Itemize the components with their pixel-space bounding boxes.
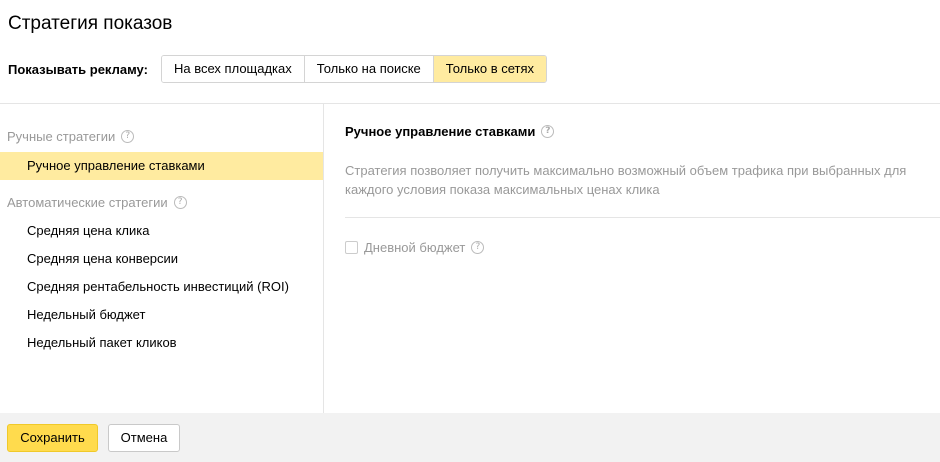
strategy-description: Стратегия позволяет получить максимально…: [345, 163, 907, 197]
strategy-sidebar: Ручные стратегии ? Ручное управление ста…: [0, 104, 324, 413]
content-divider: [345, 217, 940, 218]
auto-strategies-label: Автоматические стратегии: [7, 195, 168, 210]
show-ads-row: Показывать рекламу: На всех площадках То…: [8, 55, 548, 83]
sidebar-item-avg-roi[interactable]: Средняя рентабельность инвестиций (ROI): [0, 273, 323, 301]
show-ads-option-all[interactable]: На всех площадках: [162, 56, 305, 82]
strategy-title-text: Ручное управление ставками: [345, 124, 536, 139]
help-icon[interactable]: ?: [541, 125, 555, 138]
help-icon[interactable]: ?: [173, 196, 187, 209]
strategy-title: Ручное управление ставками ?: [345, 124, 555, 139]
daily-budget-label: Дневной бюджет: [364, 240, 466, 255]
save-button[interactable]: Сохранить: [7, 424, 98, 452]
sidebar-item-weekly-budget[interactable]: Недельный бюджет: [0, 301, 323, 329]
sidebar-item-weekly-clicks[interactable]: Недельный пакет кликов: [0, 329, 323, 357]
sidebar-item-avg-cpc[interactable]: Средняя цена клика: [0, 217, 323, 245]
show-ads-option-networks[interactable]: Только в сетях: [433, 56, 547, 82]
sidebar-item-manual-bids[interactable]: Ручное управление ставками: [0, 152, 323, 180]
help-icon[interactable]: ?: [121, 130, 135, 143]
show-ads-radio-group: На всех площадках Только на поиске Тольк…: [161, 55, 548, 83]
manual-strategies-label: Ручные стратегии: [7, 129, 116, 144]
help-icon[interactable]: ?: [471, 241, 485, 254]
cancel-button[interactable]: Отмена: [108, 424, 180, 452]
footer-bar: Сохранить Отмена: [0, 413, 940, 462]
auto-strategies-header: Автоматические стратегии ?: [7, 195, 187, 210]
daily-budget-row: Дневной бюджет ?: [345, 240, 485, 255]
manual-strategies-header: Ручные стратегии ?: [7, 129, 135, 144]
page-title: Стратегия показов: [8, 13, 173, 34]
show-ads-option-search[interactable]: Только на поиске: [304, 56, 434, 82]
daily-budget-checkbox[interactable]: [345, 241, 358, 254]
show-ads-label: Показывать рекламу:: [8, 61, 148, 77]
sidebar-item-avg-cpa[interactable]: Средняя цена конверсии: [0, 245, 323, 273]
